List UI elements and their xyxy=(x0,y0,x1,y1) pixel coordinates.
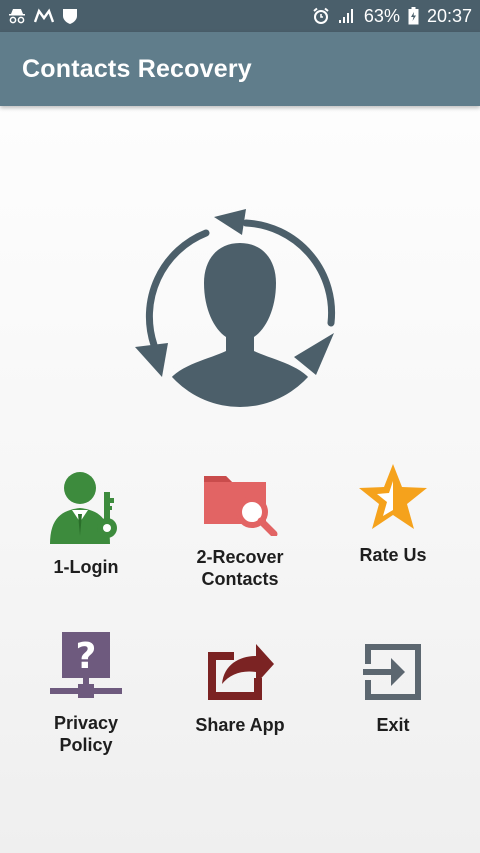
recover-contacts-button[interactable]: 2-Recover Contacts xyxy=(160,466,320,590)
exit-button[interactable]: Exit xyxy=(313,640,473,736)
folder-search-icon xyxy=(204,476,278,536)
exit-icon xyxy=(363,644,421,700)
privacy-policy-button[interactable]: ? Privacy Policy xyxy=(6,630,166,756)
rate-us-button[interactable]: Rate Us xyxy=(313,460,473,566)
login-label: 1-Login xyxy=(53,557,119,577)
svg-text:?: ? xyxy=(76,636,97,677)
share-app-button[interactable]: Share App xyxy=(160,638,320,736)
star-icon xyxy=(359,464,427,529)
share-app-label: Share App xyxy=(195,715,285,735)
login-button[interactable]: 1-Login xyxy=(6,466,166,578)
menu-grid: 1-Login 2-Recover Contacts Rate Us ? Priv… xyxy=(0,0,480,853)
exit-label: Exit xyxy=(376,715,410,735)
privacy-policy-label: Privacy Policy xyxy=(53,713,119,755)
recover-contacts-label: 2-Recover Contacts xyxy=(196,547,284,589)
share-icon xyxy=(208,644,274,700)
user-key-icon xyxy=(50,472,117,544)
question-network-icon: ? xyxy=(50,632,122,698)
rate-us-label: Rate Us xyxy=(359,545,427,565)
